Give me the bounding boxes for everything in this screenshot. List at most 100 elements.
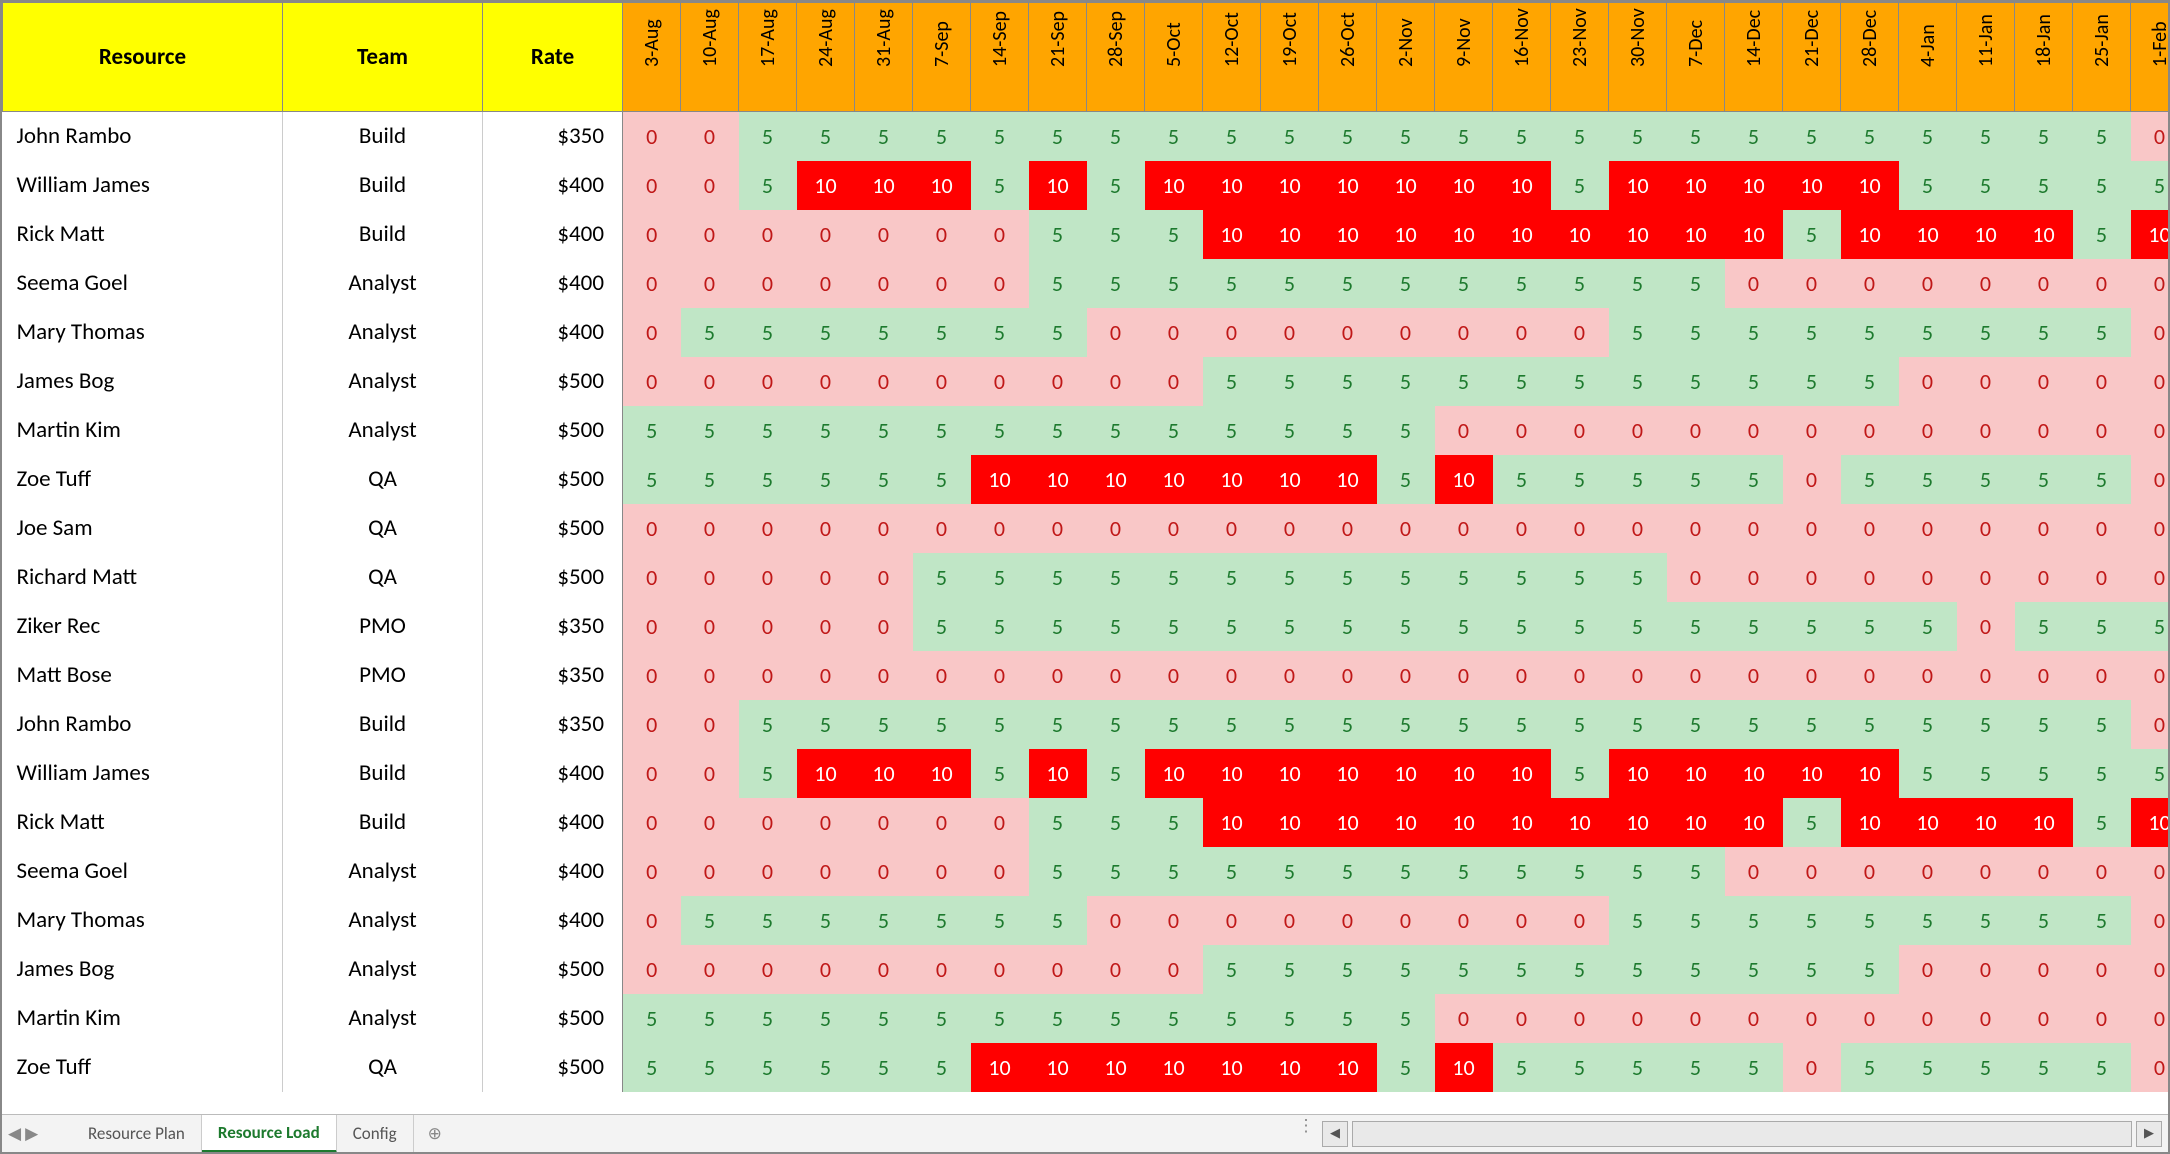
resource-name-cell[interactable]: Martin Kim (3, 994, 283, 1043)
load-cell[interactable]: 0 (1957, 602, 2015, 651)
load-cell[interactable]: 5 (2073, 210, 2131, 259)
load-cell[interactable]: 5 (2073, 700, 2131, 749)
resource-name-cell[interactable]: Zoe Tuff (3, 1043, 283, 1092)
load-cell[interactable]: 5 (1841, 602, 1899, 651)
load-cell[interactable]: 5 (1841, 357, 1899, 406)
load-cell[interactable]: 5 (913, 308, 971, 357)
load-cell[interactable]: 5 (1319, 357, 1377, 406)
load-cell[interactable]: 10 (1145, 455, 1203, 504)
load-cell[interactable]: 10 (1725, 798, 1783, 847)
load-cell[interactable]: 0 (1087, 504, 1145, 553)
load-cell[interactable]: 5 (1899, 161, 1957, 210)
load-cell[interactable]: 5 (1725, 357, 1783, 406)
load-cell[interactable]: 5 (797, 1043, 855, 1092)
load-cell[interactable]: 0 (1261, 504, 1319, 553)
load-cell[interactable]: 0 (739, 602, 797, 651)
load-cell[interactable]: 0 (1609, 406, 1667, 455)
load-cell[interactable]: 5 (2073, 602, 2131, 651)
load-cell[interactable]: 10 (1261, 1043, 1319, 1092)
load-cell[interactable]: 0 (1435, 406, 1493, 455)
load-cell[interactable]: 0 (1841, 406, 1899, 455)
date-header[interactable]: 31-Aug (855, 3, 913, 112)
load-cell[interactable]: 5 (1667, 700, 1725, 749)
load-cell[interactable]: 0 (1551, 896, 1609, 945)
load-cell[interactable]: 0 (797, 651, 855, 700)
team-cell[interactable]: Analyst (283, 994, 483, 1043)
load-cell[interactable]: 5 (1783, 798, 1841, 847)
load-cell[interactable]: 10 (1841, 798, 1899, 847)
load-cell[interactable]: 5 (1145, 994, 1203, 1043)
load-cell[interactable]: 0 (1087, 896, 1145, 945)
load-cell[interactable]: 0 (1783, 651, 1841, 700)
load-cell[interactable]: 5 (1087, 112, 1145, 161)
load-cell[interactable]: 10 (1261, 210, 1319, 259)
load-cell[interactable]: 5 (2015, 161, 2073, 210)
load-cell[interactable]: 0 (855, 847, 913, 896)
load-cell[interactable]: 0 (2131, 259, 2169, 308)
load-cell[interactable]: 0 (1899, 504, 1957, 553)
load-cell[interactable]: 10 (1319, 798, 1377, 847)
load-cell[interactable]: 0 (913, 504, 971, 553)
load-cell[interactable]: 5 (739, 112, 797, 161)
load-cell[interactable]: 5 (1145, 210, 1203, 259)
load-cell[interactable]: 0 (1899, 357, 1957, 406)
load-cell[interactable]: 0 (1609, 651, 1667, 700)
load-cell[interactable]: 5 (1145, 112, 1203, 161)
load-cell[interactable]: 10 (1493, 161, 1551, 210)
load-cell[interactable]: 5 (1203, 553, 1261, 602)
load-cell[interactable]: 5 (971, 308, 1029, 357)
team-cell[interactable]: Build (283, 161, 483, 210)
load-cell[interactable]: 0 (623, 210, 681, 259)
load-cell[interactable]: 5 (1087, 700, 1145, 749)
load-cell[interactable]: 5 (1145, 602, 1203, 651)
load-cell[interactable]: 0 (1377, 504, 1435, 553)
load-cell[interactable]: 5 (1203, 945, 1261, 994)
date-header[interactable]: 4-Jan (1899, 3, 1957, 112)
load-cell[interactable]: 0 (681, 602, 739, 651)
load-cell[interactable]: 5 (1551, 1043, 1609, 1092)
load-cell[interactable]: 10 (1087, 1043, 1145, 1092)
date-header[interactable]: 28-Dec (1841, 3, 1899, 112)
load-cell[interactable]: 5 (1841, 308, 1899, 357)
load-cell[interactable]: 0 (855, 504, 913, 553)
load-cell[interactable]: 5 (1087, 210, 1145, 259)
load-cell[interactable]: 5 (1145, 259, 1203, 308)
load-cell[interactable]: 5 (1493, 602, 1551, 651)
load-cell[interactable]: 5 (855, 308, 913, 357)
date-header[interactable]: 21-Sep (1029, 3, 1087, 112)
load-cell[interactable]: 5 (1783, 945, 1841, 994)
load-cell[interactable]: 0 (971, 945, 1029, 994)
load-cell[interactable]: 0 (797, 553, 855, 602)
load-cell[interactable]: 10 (2015, 210, 2073, 259)
load-cell[interactable]: 0 (681, 357, 739, 406)
load-cell[interactable]: 5 (913, 406, 971, 455)
load-cell[interactable]: 10 (1319, 455, 1377, 504)
load-cell[interactable]: 5 (1087, 602, 1145, 651)
load-cell[interactable]: 0 (623, 504, 681, 553)
resource-name-cell[interactable]: Ziker Rec (3, 602, 283, 651)
load-cell[interactable]: 5 (1667, 1043, 1725, 1092)
load-cell[interactable]: 10 (855, 161, 913, 210)
load-cell[interactable]: 10 (1203, 749, 1261, 798)
team-cell[interactable]: Build (283, 210, 483, 259)
load-cell[interactable]: 0 (1667, 504, 1725, 553)
load-cell[interactable]: 0 (1841, 553, 1899, 602)
load-cell[interactable]: 0 (971, 798, 1029, 847)
load-cell[interactable]: 10 (1377, 749, 1435, 798)
load-cell[interactable]: 5 (2131, 749, 2169, 798)
load-cell[interactable]: 5 (2131, 602, 2169, 651)
load-cell[interactable]: 10 (1435, 210, 1493, 259)
load-cell[interactable]: 5 (971, 700, 1029, 749)
load-cell[interactable]: 5 (1841, 455, 1899, 504)
load-cell[interactable]: 0 (2073, 504, 2131, 553)
load-cell[interactable]: 0 (1783, 1043, 1841, 1092)
load-cell[interactable]: 0 (739, 504, 797, 553)
load-cell[interactable]: 0 (2073, 945, 2131, 994)
load-cell[interactable]: 0 (1783, 406, 1841, 455)
load-cell[interactable]: 0 (739, 210, 797, 259)
team-cell[interactable]: PMO (283, 651, 483, 700)
resource-name-cell[interactable]: James Bog (3, 945, 283, 994)
load-cell[interactable]: 5 (1609, 700, 1667, 749)
load-cell[interactable]: 0 (1957, 847, 2015, 896)
load-cell[interactable]: 0 (913, 945, 971, 994)
